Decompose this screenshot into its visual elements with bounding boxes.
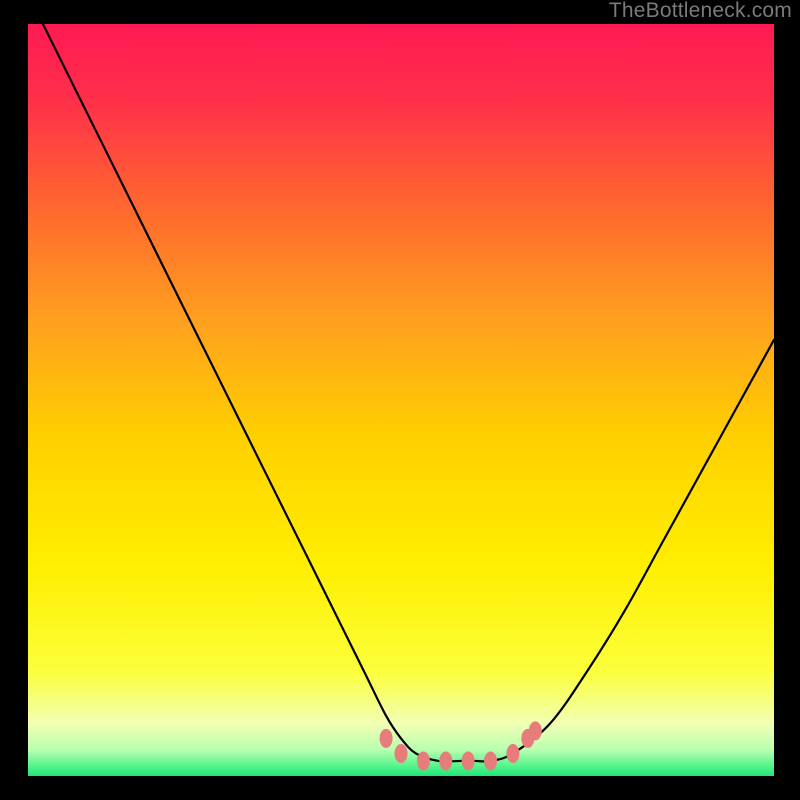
marker-group (380, 721, 542, 770)
stage: TheBottleneck.com (0, 0, 800, 800)
curve-marker (395, 744, 408, 763)
curve-marker (417, 751, 430, 770)
curve-marker (439, 751, 452, 770)
bottleneck-curve (43, 24, 774, 762)
curve-marker (380, 729, 393, 748)
curve-marker (462, 751, 475, 770)
watermark-text: TheBottleneck.com (609, 0, 792, 23)
curve-marker (506, 744, 519, 763)
curve-marker (484, 751, 497, 770)
curve-marker (529, 721, 542, 740)
curve-layer (28, 24, 774, 776)
plot-area (28, 24, 774, 776)
plot-frame (28, 24, 774, 776)
